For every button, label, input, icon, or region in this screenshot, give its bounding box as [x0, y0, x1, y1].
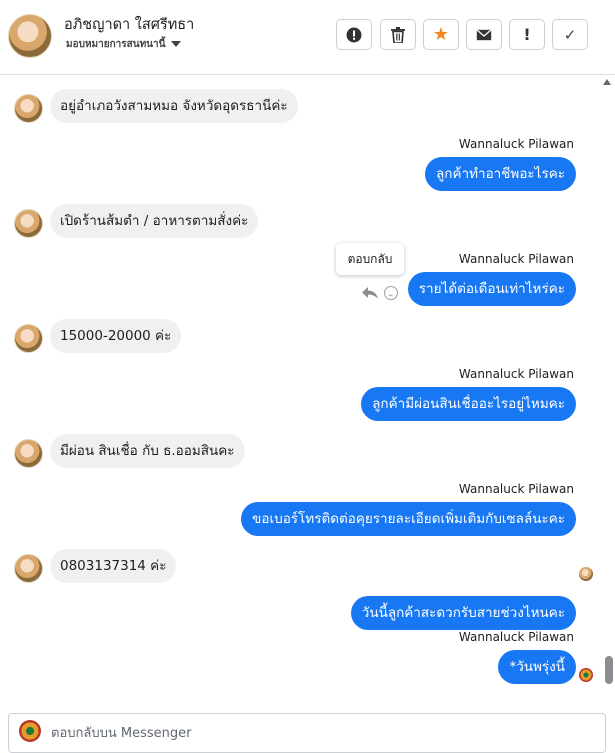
agent-message[interactable]: ลูกค้าทำอาชีพอะไรคะ — [425, 157, 576, 191]
sender-name: Wannaluck Pilawan — [458, 252, 574, 266]
customer-avatar — [14, 209, 43, 238]
exclamation-circle-icon — [346, 27, 362, 42]
sender-name: Wannaluck Pilawan — [458, 630, 574, 644]
assign-conversation-dropdown[interactable]: มอบหมายการสนทนานี้ — [66, 37, 182, 52]
agent-message[interactable]: *วันพรุ่งนี้ — [498, 650, 576, 684]
contact-avatar[interactable] — [8, 14, 52, 58]
star-button[interactable]: ★ — [423, 19, 459, 50]
check-icon: ✓ — [563, 25, 577, 44]
customer-message[interactable]: มีผ่อน สินเชื่อ กับ ธ.ออมสินคะ — [50, 434, 245, 468]
scrollbar-thumb[interactable] — [605, 656, 613, 684]
spam-button[interactable] — [336, 19, 372, 50]
customer-avatar — [14, 554, 43, 583]
reply-icon[interactable] — [361, 286, 379, 302]
customer-avatar — [14, 439, 43, 468]
reply-input[interactable] — [51, 726, 551, 741]
customer-message[interactable]: เปิดร้านส้มตำ / อาหารตามสั่งค่ะ — [50, 204, 259, 238]
sender-name: Wannaluck Pilawan — [458, 367, 574, 381]
customer-message[interactable]: 15000-20000 ค่ะ — [50, 319, 182, 353]
exclamation-icon: ! — [523, 25, 531, 44]
agent-message[interactable]: ขอเบอร์โทรติดต่อคุยรายละเอียดเพิ่มเติมกั… — [241, 502, 576, 536]
sender-name: Wannaluck Pilawan — [458, 482, 574, 496]
page-avatar — [19, 720, 41, 742]
trash-icon — [391, 26, 405, 43]
important-button[interactable]: ! — [509, 19, 545, 50]
envelope-icon — [476, 29, 492, 40]
caret-down-icon — [171, 41, 182, 47]
done-button[interactable]: ✓ — [552, 19, 588, 50]
agent-message[interactable]: รายได้ต่อเดือนเท่าไหร่คะ — [407, 272, 576, 306]
reply-tooltip: ตอบกลับ — [336, 243, 404, 275]
customer-avatar — [14, 324, 43, 353]
conversation-header: อภิชญาดา ใสศรีทธา มอบหมายการสนทนานี้ ★ !… — [0, 0, 615, 75]
customer-avatar — [14, 94, 43, 123]
seen-indicator-avatar — [579, 567, 593, 581]
contact-name[interactable]: อภิชญาดา ใสศรีทธา — [64, 13, 194, 36]
mark-unread-button[interactable] — [466, 19, 502, 50]
customer-message[interactable]: อยู่อำเภอวังสามหมอ จังหวัดอุดรธานีค่ะ — [50, 89, 298, 123]
customer-message[interactable]: 0803137314 ค่ะ — [50, 549, 177, 583]
star-icon: ★ — [432, 24, 450, 45]
agent-message[interactable]: วันนี้ลูกค้าสะดวกรับสายช่วงไหนคะ — [350, 596, 576, 630]
agent-message[interactable]: ลูกค้ามีผ่อนสินเชื่ออะไรอยู่ไหมคะ — [361, 387, 576, 421]
sender-name: Wannaluck Pilawan — [458, 137, 574, 151]
seen-indicator-avatar — [579, 668, 593, 682]
delete-button[interactable] — [380, 19, 416, 50]
assign-label: มอบหมายการสนทนานี้ — [66, 39, 166, 50]
emoji-reaction-icon[interactable] — [384, 286, 398, 300]
reply-composer[interactable] — [8, 713, 606, 753]
scroll-up-arrow-icon[interactable] — [603, 79, 611, 85]
